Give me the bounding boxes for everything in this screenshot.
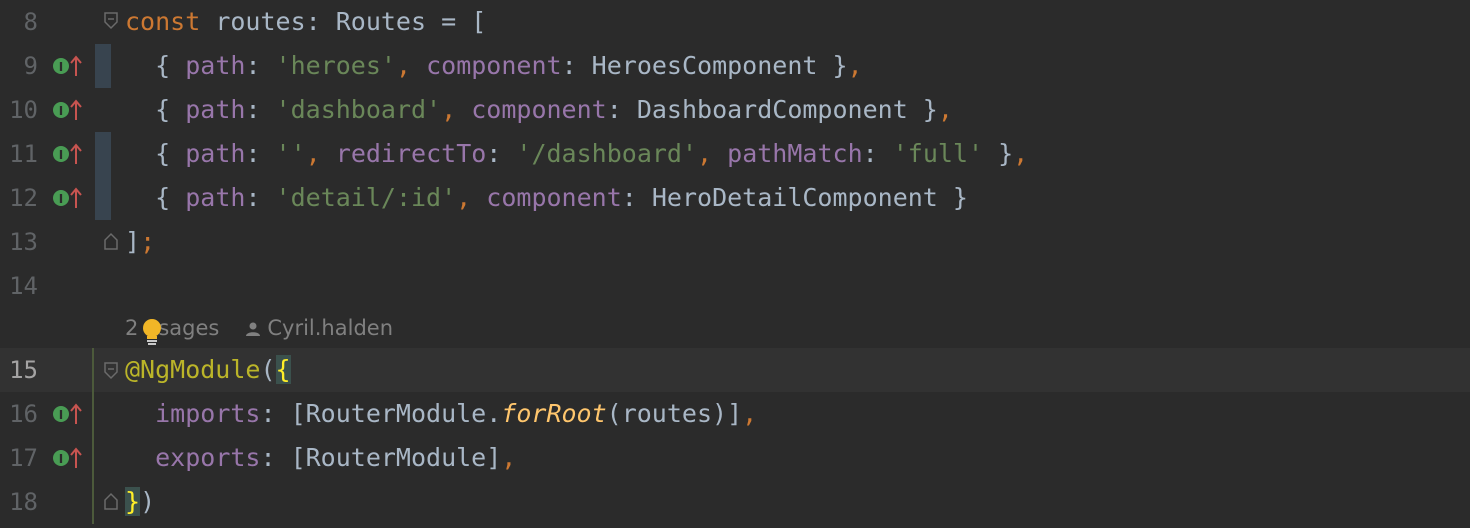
code-line-18[interactable]: 18 }) [0,480,1470,524]
lightbulb-icon[interactable] [141,318,163,346]
author-name[interactable]: Cyril.halden [267,316,393,340]
line-number: 15 [9,356,38,384]
code-text: { path: 'detail/:id', component: HeroDet… [125,183,968,212]
author-icon [246,322,261,336]
svg-text:I: I [59,148,63,162]
code-editor[interactable]: 8 const routes: Routes = [ 9 I { path: '… [0,0,1470,528]
code-text: const routes: Routes = [ [125,7,487,36]
line-number: 11 [9,140,38,168]
line-number: 16 [9,400,38,428]
line-number: 17 [9,444,38,472]
code-text: }) [125,487,156,516]
code-line-10[interactable]: 10 I { path: 'dashboard', component: Das… [0,88,1470,132]
usages-inlay-hint[interactable]: 2 usages Cyril.halden [125,312,393,344]
svg-text:I: I [59,60,63,74]
svg-text:I: I [59,104,63,118]
implements-override-icon[interactable]: I [52,143,82,165]
line-number: 8 [23,8,38,36]
svg-text:I: I [59,408,63,422]
code-line-11[interactable]: 11 I { path: '', redirectTo: '/dashboard… [0,132,1470,220]
fold-end-icon[interactable] [103,492,119,510]
code-line-8[interactable]: 8 const routes: Routes = [ [0,0,1470,44]
code-line-14[interactable]: 14 [0,264,1470,308]
code-line-13[interactable]: 13 ]; [0,220,1470,264]
implements-override-icon[interactable]: I [52,99,82,121]
implements-override-icon[interactable]: I [52,55,82,77]
svg-text:I: I [59,452,63,466]
vcs-change-marker[interactable] [95,44,111,88]
fold-end-icon[interactable] [103,232,119,250]
code-line-9[interactable]: 9 I { path: 'heroes', component: HeroesC… [0,44,1470,88]
code-text: @NgModule({ [125,355,291,384]
line-number: 13 [9,228,38,256]
implements-override-icon[interactable]: I [52,447,82,469]
fold-collapse-icon[interactable] [103,12,119,30]
code-text: { path: 'heroes', component: HeroesCompo… [125,51,863,80]
implements-override-icon[interactable]: I [52,403,82,425]
code-line-17[interactable]: 17 I exports: [RouterModule], [0,436,1470,480]
svg-text:I: I [59,192,63,206]
code-text: imports: [RouterModule.forRoot(routes)], [155,399,758,428]
code-text: ]; [125,227,156,256]
line-number: 18 [9,488,38,516]
vcs-added-bar[interactable] [92,348,94,524]
line-number: 9 [23,52,38,80]
line-number: 14 [9,272,38,300]
code-line-12[interactable]: 12 I { path: 'detail/:id', component: He… [0,176,1470,220]
implements-override-icon[interactable]: I [52,187,82,209]
code-text: exports: [RouterModule], [155,443,517,472]
usages-count[interactable]: 2 usages [125,316,219,340]
line-number: 10 [9,96,38,124]
code-text: { path: 'dashboard', component: Dashboar… [125,95,953,124]
code-line-15[interactable]: 15 @NgModule({ [0,348,1470,392]
line-number: 12 [9,184,38,212]
code-line-16[interactable]: 16 I imports: [RouterModule.forRoot(rout… [0,392,1470,436]
code-text: { path: '', redirectTo: '/dashboard', pa… [125,139,1029,168]
fold-collapse-icon[interactable] [103,362,119,380]
